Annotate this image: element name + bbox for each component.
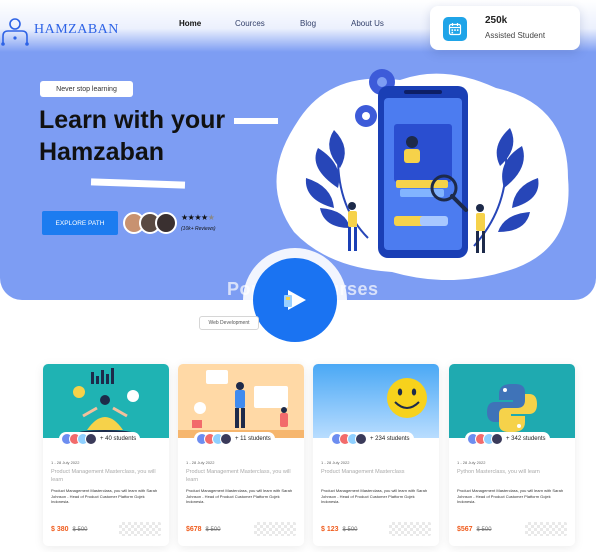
decor-stroke	[90, 178, 186, 189]
analytics-illustration	[178, 364, 304, 438]
enroll-button-placeholder[interactable]	[525, 522, 567, 536]
avatar	[155, 212, 177, 234]
calendar-icon	[443, 17, 467, 41]
explore-path-button[interactable]: EXPLORE PATH	[42, 211, 118, 235]
meditation-illustration	[43, 364, 169, 438]
enrolled-students: + 11 students	[194, 432, 275, 446]
course-title[interactable]: Python Masterclass, you will learn	[457, 468, 567, 476]
price-original: $ 500	[342, 527, 358, 533]
hero-headline: Learn with your Hamzaban	[39, 104, 225, 168]
price-original: $ 500	[476, 527, 492, 533]
brand-logo[interactable]: HAMZABAN	[0, 14, 119, 46]
students-count: + 11 students	[235, 436, 271, 442]
hero-illustration	[276, 69, 569, 280]
logo-icon	[1, 18, 29, 46]
course-card[interactable]: + 342 students 1 - 28 July 2022 Python M…	[449, 364, 575, 546]
course-card[interactable]: + 40 students 1 - 28 July 2022 Product M…	[43, 364, 169, 546]
avatar	[491, 433, 503, 445]
nav-courses[interactable]: Cources	[235, 19, 265, 28]
price-current: $ 123	[321, 526, 339, 533]
enroll-button-placeholder[interactable]	[389, 522, 431, 536]
enrolled-students: + 234 students	[329, 432, 414, 446]
course-thumbnail	[43, 364, 169, 438]
course-title[interactable]: Product Management Masterclass, you will…	[51, 468, 161, 484]
smiley-illustration	[313, 364, 439, 438]
course-thumbnail	[178, 364, 304, 438]
course-price: $ 123 $ 500	[321, 526, 358, 533]
course-thumbnail	[313, 364, 439, 438]
course-price: $ 380 $ 500	[51, 526, 88, 533]
course-card[interactable]: + 234 students 1 - 28 July 2022 Product …	[313, 364, 439, 546]
stat-label: Assisted Student	[485, 31, 546, 40]
avatar	[220, 433, 232, 445]
assisted-students-card: 250k Assisted Student	[430, 6, 580, 50]
rating-stars: ★★★★★	[181, 213, 215, 222]
half-star-icon: ★	[207, 213, 215, 222]
course-date: 1 - 28 July 2022	[457, 460, 486, 465]
student-avatars	[123, 212, 177, 234]
course-thumbnail	[449, 364, 575, 438]
course-description: Product Management Masterclass, you will…	[186, 488, 293, 504]
play-video-button[interactable]	[253, 258, 337, 342]
filter-chip-web-development[interactable]: Web Development	[199, 316, 259, 330]
enroll-button-placeholder[interactable]	[119, 522, 161, 536]
stat-value: 250k	[485, 15, 508, 26]
course-price: $567 $ 500	[457, 526, 492, 533]
tagline-badge: Never stop learning	[40, 81, 133, 97]
course-date: 1 - 28 July 2022	[51, 460, 80, 465]
enroll-button-placeholder[interactable]	[254, 522, 296, 536]
students-count: + 342 students	[506, 436, 546, 442]
play-icon	[284, 290, 306, 310]
price-original: $ 500	[72, 527, 88, 533]
nav-about[interactable]: About Us	[351, 19, 384, 28]
price-original: $ 500	[205, 527, 221, 533]
course-card[interactable]: + 11 students 1 - 28 July 2022 Product M…	[178, 364, 304, 546]
students-count: + 40 students	[100, 436, 137, 442]
course-date: 1 - 28 July 2022	[321, 460, 350, 465]
course-price: $678 $ 500	[186, 526, 221, 533]
nav-blog[interactable]: Blog	[300, 19, 316, 28]
headline-line-2: Hamzaban	[39, 138, 165, 166]
course-title[interactable]: Product Management Masterclass	[321, 468, 431, 476]
price-current: $ 380	[51, 526, 69, 533]
star-icons: ★★★★	[181, 213, 208, 222]
avatar	[355, 433, 367, 445]
reviews-count: (10k+ Reviews)	[181, 226, 216, 232]
students-count: + 234 students	[370, 436, 410, 442]
enrolled-students: + 342 students	[465, 432, 550, 446]
price-current: $678	[186, 526, 202, 533]
course-description: Product Management Masterclass, you will…	[51, 488, 158, 504]
course-description: Product Management Masterclass, you will…	[457, 488, 564, 504]
python-logo-icon	[449, 364, 575, 438]
course-title[interactable]: Product Management Masterclass, you will…	[186, 468, 296, 484]
enrolled-students: + 40 students	[59, 432, 141, 446]
course-description: Product Management Masterclass, you will…	[321, 488, 428, 504]
headline-line-1: Learn with your	[39, 106, 226, 134]
nav-home[interactable]: Home	[179, 19, 201, 28]
brand-name: HAMZABAN	[34, 22, 119, 37]
avatar	[85, 433, 97, 445]
course-date: 1 - 28 July 2022	[186, 460, 215, 465]
price-current: $567	[457, 526, 473, 533]
